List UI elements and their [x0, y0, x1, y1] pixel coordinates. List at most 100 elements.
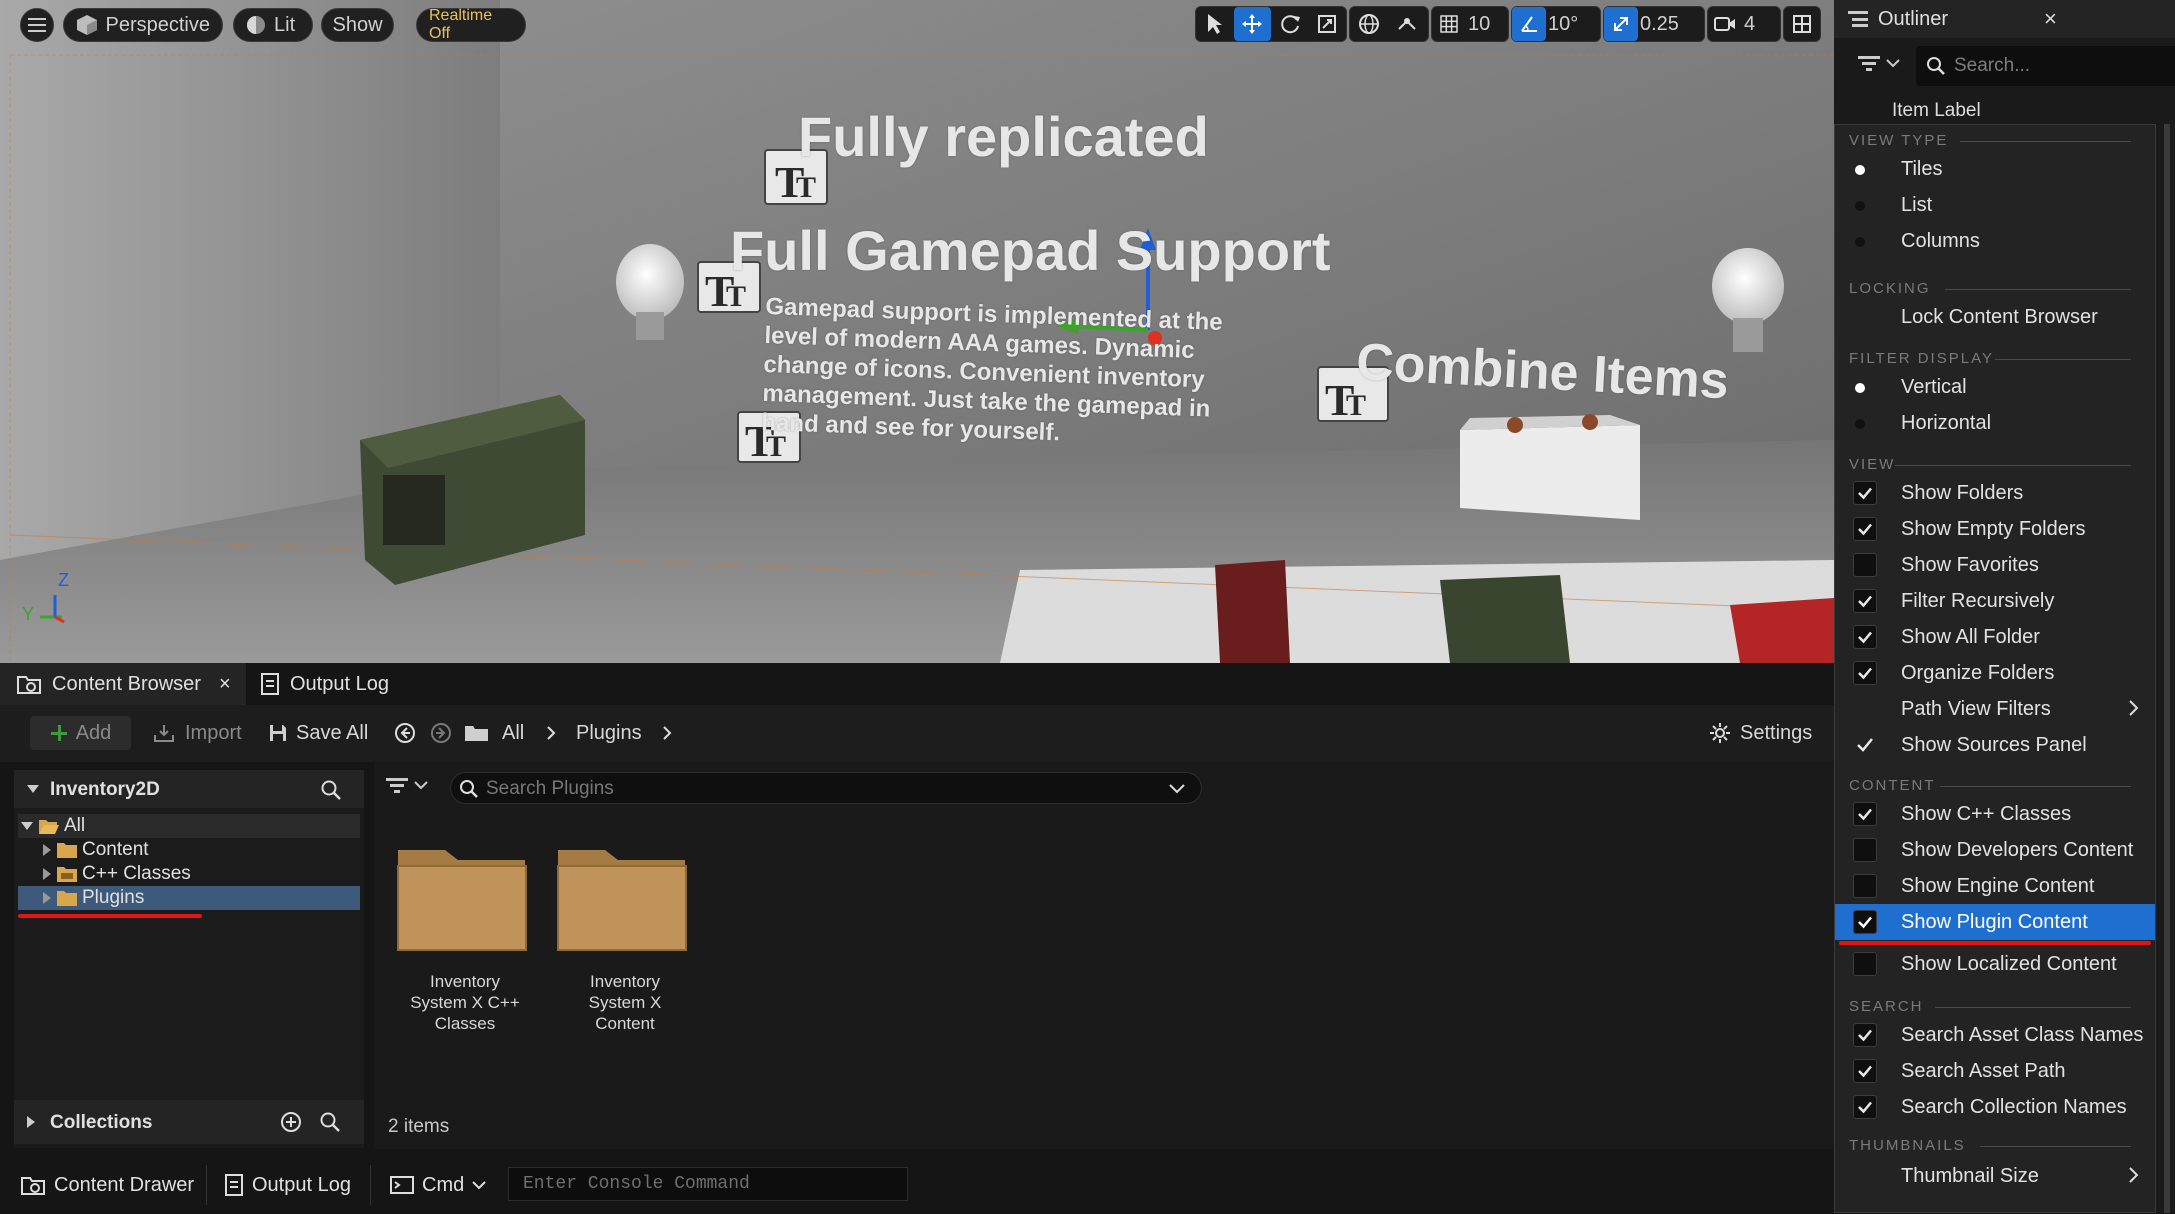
breadcrumb-plugins[interactable]: Plugins [576, 716, 642, 750]
world-space-button[interactable] [1350, 7, 1388, 41]
tree-item-cpp-classes[interactable]: C++ Classes [42, 862, 191, 886]
asset-search-input[interactable]: Search Plugins [450, 772, 1202, 804]
show-engine-content[interactable]: Show Engine Content [1835, 868, 2155, 904]
history-forward-button[interactable] [430, 716, 452, 750]
close-tab-icon[interactable]: × [219, 673, 231, 696]
viewport-menu-button[interactable] [20, 8, 54, 42]
view-type-list[interactable]: List [1835, 187, 2155, 223]
checkbox-checked[interactable] [1853, 517, 1877, 541]
asset-filter-button[interactable] [386, 776, 428, 794]
settings-button[interactable]: Settings [1708, 716, 1812, 750]
console-command-input[interactable]: Enter Console Command [508, 1167, 908, 1201]
checkbox-unchecked[interactable] [1853, 952, 1877, 976]
path-view-filters[interactable]: Path View Filters [1835, 691, 2155, 727]
tree-item-all[interactable]: All [20, 814, 85, 838]
viewport-layout-button[interactable] [1784, 7, 1820, 41]
thumbnail-size[interactable]: Thumbnail Size [1835, 1158, 2155, 1194]
outliner-filter-button[interactable] [1858, 54, 1900, 72]
lit-button[interactable]: Lit [233, 8, 313, 42]
search-asset-class-names[interactable]: Search Asset Class Names [1835, 1017, 2155, 1053]
checkbox-checked[interactable] [1853, 910, 1877, 934]
checkbox-unchecked[interactable] [1853, 838, 1877, 862]
surface-snap-button[interactable] [1388, 7, 1426, 41]
content-drawer-button[interactable]: Content Drawer [20, 1165, 194, 1205]
camera-speed-group[interactable]: 4 [1707, 6, 1781, 42]
collections-header[interactable]: Collections [14, 1100, 364, 1144]
checkbox-checked[interactable] [1853, 1059, 1877, 1083]
checkbox-checked[interactable] [1853, 625, 1877, 649]
translate-mode-button[interactable] [1233, 7, 1271, 41]
show-folders[interactable]: Show Folders [1835, 475, 2155, 511]
select-mode-button[interactable] [1196, 7, 1234, 41]
checkbox-checked[interactable] [1853, 1095, 1877, 1119]
folder-root-icon-button[interactable] [464, 716, 490, 750]
show-localized-content[interactable]: Show Localized Content [1835, 946, 2155, 982]
add-button[interactable]: Add [30, 716, 131, 750]
lock-content-browser[interactable]: Lock Content Browser [1835, 299, 2155, 335]
rotate-mode-button[interactable] [1271, 7, 1309, 41]
filter-display-horizontal[interactable]: Horizontal [1835, 405, 2155, 441]
scale-snap-button[interactable] [1604, 7, 1638, 41]
grid-snap-group[interactable]: 10 [1431, 6, 1509, 42]
breadcrumb-all[interactable]: All [502, 716, 524, 750]
import-button[interactable]: Import [153, 716, 242, 750]
filter-display-vertical[interactable]: Vertical [1835, 369, 2155, 405]
show-developers-content[interactable]: Show Developers Content [1835, 832, 2155, 868]
layout-group[interactable] [1783, 6, 1821, 42]
grid-snap-button[interactable] [1432, 7, 1466, 41]
filter-recursively[interactable]: Filter Recursively [1835, 583, 2155, 619]
search-collection-names[interactable]: Search Collection Names [1835, 1089, 2155, 1125]
cmd-selector[interactable]: Cmd [390, 1165, 486, 1205]
perspective-button[interactable]: Perspective [63, 8, 223, 42]
rotation-snap-button[interactable] [1512, 7, 1546, 41]
view-type-columns[interactable]: Columns [1835, 223, 2155, 259]
add-collection-icon[interactable] [280, 1111, 302, 1133]
scene-text-gamepad-support: Full Gamepad Support [730, 219, 1331, 282]
search-icon[interactable] [319, 1111, 341, 1133]
scale-snap-group[interactable]: 0.25 [1603, 6, 1705, 42]
outliner-column-header[interactable]: Item Label [1834, 94, 2175, 124]
svg-text:T: T [796, 171, 816, 204]
checkbox-unchecked[interactable] [1853, 874, 1877, 898]
breadcrumb-next[interactable] [661, 716, 673, 750]
realtime-button[interactable]: Realtime Off [416, 7, 526, 42]
view-type-tiles[interactable]: Tiles [1835, 151, 2155, 187]
tree-item-plugins[interactable]: Plugins [42, 886, 144, 910]
rotation-snap-group[interactable]: 10° [1511, 6, 1601, 42]
search-asset-path[interactable]: Search Asset Path [1835, 1053, 2155, 1089]
save-all-button[interactable]: Save All [268, 716, 368, 750]
outliner-search-input[interactable]: Search... [1916, 46, 2175, 86]
camera-speed-button[interactable] [1708, 7, 1742, 41]
show-empty-folders[interactable]: Show Empty Folders [1835, 511, 2155, 547]
breadcrumb-plugins-label: Plugins [576, 721, 642, 744]
show-plugin-content[interactable]: Show Plugin Content [1835, 904, 2155, 940]
outliner-close-icon[interactable]: × [2044, 6, 2057, 32]
asset-folder-tile[interactable]: Inventory System X C++ Classes [390, 836, 540, 1036]
show-cpp-classes[interactable]: Show C++ Classes [1835, 796, 2155, 832]
search-icon[interactable] [320, 779, 342, 801]
project-header[interactable]: Inventory2D [14, 770, 364, 808]
history-back-button[interactable] [394, 716, 416, 750]
asset-folder-tile[interactable]: Inventory System X Content [550, 836, 700, 1036]
tab-content-browser[interactable]: Content Browser × [0, 663, 246, 705]
scene-text-body: Gamepad support is implemented at the le… [761, 292, 1223, 453]
checkbox-checked[interactable] [1853, 589, 1877, 613]
tree-item-content[interactable]: Content [42, 838, 149, 862]
menu-item-label: Search Asset Class Names [1901, 1024, 2144, 1046]
level-viewport[interactable]: TT TT TT TT Fully replicated Full Gamepa… [0, 0, 1834, 663]
show-all-folder[interactable]: Show All Folder [1835, 619, 2155, 655]
breadcrumb-separator[interactable] [545, 716, 557, 750]
show-sources-panel[interactable]: Show Sources Panel [1835, 727, 2155, 763]
show-favorites[interactable]: Show Favorites [1835, 547, 2155, 583]
scale-mode-button[interactable] [1309, 7, 1347, 41]
checkbox-checked[interactable] [1853, 661, 1877, 685]
output-log-button[interactable]: Output Log [224, 1165, 351, 1205]
checkbox-unchecked[interactable] [1853, 553, 1877, 577]
show-button[interactable]: Show [321, 8, 394, 42]
menu-scrollbar[interactable] [2161, 125, 2169, 1214]
checkbox-checked[interactable] [1853, 1023, 1877, 1047]
organize-folders[interactable]: Organize Folders [1835, 655, 2155, 691]
checkbox-checked[interactable] [1853, 481, 1877, 505]
checkbox-checked[interactable] [1853, 802, 1877, 826]
tab-output-log[interactable]: Output Log [260, 663, 389, 705]
